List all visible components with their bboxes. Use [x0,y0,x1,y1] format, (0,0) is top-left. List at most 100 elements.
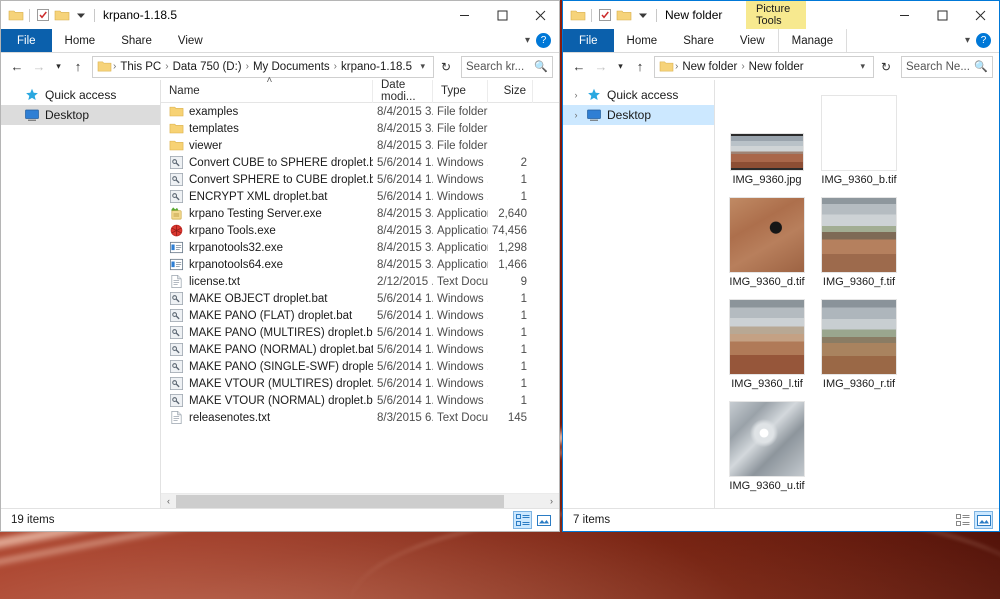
view-buttons[interactable] [513,511,553,529]
column-header-size[interactable]: Size [488,80,533,103]
list-item[interactable]: IMG_9360_r.tif [815,294,903,394]
cell-name[interactable]: license.txt [161,273,373,290]
sidebar-item-quick-access[interactable]: › Quick access [563,85,714,105]
ribbon-tabs[interactable]: File Home Share View Manage ▾ ? [563,29,999,53]
tab-share[interactable]: Share [108,29,165,52]
thumbnail-image[interactable] [730,300,804,374]
back-button[interactable]: ← [7,56,27,78]
help-icon[interactable]: ? [536,33,551,48]
up-button[interactable]: ↑ [630,56,650,78]
column-headers[interactable]: ˄ Name Date modi... Type Size [161,80,559,103]
table-row[interactable]: MAKE OBJECT droplet.bat5/6/2014 1...Wind… [161,290,559,307]
large-icons-view-button[interactable] [974,511,993,529]
search-input[interactable]: Search kr... 🔍 [461,56,553,78]
cell-name[interactable]: MAKE VTOUR (NORMAL) droplet.bat [161,392,373,409]
list-item[interactable]: IMG_9360_b.tif [815,90,903,190]
cell-name[interactable]: ENCRYPT XML droplet.bat [161,188,373,205]
list-item[interactable]: IMG_9360_f.tif [815,192,903,292]
up-button[interactable]: ↑ [68,56,88,78]
tab-home[interactable]: Home [614,29,671,52]
maximize-button[interactable] [483,1,521,29]
list-item[interactable]: IMG_9360.jpg [723,90,811,190]
chevron-right-icon[interactable]: › [571,90,581,100]
breadcrumb[interactable]: › This PC › Data 750 (D:) › My Documents… [92,56,434,78]
column-header-type[interactable]: Type [433,80,488,103]
chevron-down-icon[interactable]: ▾ [965,35,970,46]
refresh-icon[interactable]: ↻ [876,56,896,78]
cell-name[interactable]: krpanotools64.exe [161,256,373,273]
tab-file[interactable]: File [1,29,52,52]
tab-manage[interactable]: Manage [778,29,848,52]
table-row[interactable]: MAKE PANO (NORMAL) droplet.bat5/6/2014 1… [161,341,559,358]
cell-name[interactable]: examples [161,103,373,120]
table-row[interactable]: MAKE PANO (SINGLE-SWF) droplet.bat5/6/20… [161,358,559,375]
cell-name[interactable]: Convert CUBE to SPHERE droplet.bat [161,154,373,171]
cell-name[interactable]: MAKE PANO (FLAT) droplet.bat [161,307,373,324]
cell-name[interactable]: krpano Testing Server.exe [161,205,373,222]
properties-icon[interactable] [597,7,613,23]
customize-dropdown-icon[interactable] [635,7,651,23]
breadcrumb[interactable]: › New folder › New folder ▾ [654,56,874,78]
list-item[interactable]: IMG_9360_l.tif [723,294,811,394]
thumbnail-image[interactable] [730,198,804,272]
thumbnail-image[interactable] [731,134,803,170]
column-header-date-modified[interactable]: Date modi... [373,80,433,103]
maximize-button[interactable] [923,1,961,29]
recent-locations-button[interactable]: ▾ [613,56,628,78]
quick-access-toolbar[interactable] [1,1,97,29]
cell-name[interactable]: MAKE PANO (SINGLE-SWF) droplet.bat [161,358,373,375]
navigation-pane[interactable]: Quick access Desktop [1,80,161,508]
help-icon[interactable]: ? [976,33,991,48]
folder-icon[interactable] [8,7,24,23]
chevron-down-icon[interactable]: ▾ [415,61,430,72]
tab-file[interactable]: File [563,29,614,52]
thumbnail-image[interactable] [822,198,896,272]
back-button[interactable]: ← [569,56,589,78]
table-row[interactable]: Convert CUBE to SPHERE droplet.bat5/6/20… [161,154,559,171]
close-button[interactable] [961,1,999,29]
address-bar[interactable]: ← → ▾ ↑ › This PC › Data 750 (D:) › My D… [1,53,559,80]
breadcrumb-item-new-folder-2[interactable]: New folder [746,61,807,73]
table-row[interactable]: examples8/4/2015 3...File folder [161,103,559,120]
customize-dropdown-icon[interactable] [73,7,89,23]
table-row[interactable]: MAKE PANO (FLAT) droplet.bat5/6/2014 1..… [161,307,559,324]
table-row[interactable]: MAKE VTOUR (MULTIRES) droplet.bat5/6/201… [161,375,559,392]
thumbnail-image[interactable] [822,300,896,374]
tab-home[interactable]: Home [52,29,109,52]
cell-name[interactable]: Convert SPHERE to CUBE droplet.bat [161,171,373,188]
horizontal-scrollbar[interactable]: ‹ › [161,493,559,508]
details-view-button[interactable] [953,511,972,529]
table-row[interactable]: krpano Tools.exe8/4/2015 3...Application… [161,222,559,239]
table-row[interactable]: MAKE VTOUR (NORMAL) droplet.bat5/6/2014 … [161,392,559,409]
window-controls[interactable] [885,1,999,29]
table-row[interactable]: license.txt2/12/2015 ...Text Docu...9 [161,273,559,290]
cell-name[interactable]: krpanotools32.exe [161,239,373,256]
view-buttons[interactable] [953,511,993,529]
tab-share[interactable]: Share [670,29,727,52]
scrollbar-track[interactable] [176,494,544,509]
list-item[interactable]: IMG_9360_u.tif [723,396,811,496]
table-row[interactable]: krpanotools64.exe8/4/2015 3...Applicatio… [161,256,559,273]
table-row[interactable]: viewer8/4/2015 3...File folder [161,137,559,154]
details-view-button[interactable] [513,511,532,529]
cell-name[interactable]: MAKE PANO (NORMAL) droplet.bat [161,341,373,358]
tab-view[interactable]: View [727,29,778,52]
chevron-down-icon[interactable]: ▾ [855,61,870,72]
cell-name[interactable]: viewer [161,137,373,154]
close-button[interactable] [521,1,559,29]
table-row[interactable]: templates8/4/2015 3...File folder [161,120,559,137]
table-row[interactable]: krpanotools32.exe8/4/2015 3...Applicatio… [161,239,559,256]
scrollbar-thumb[interactable] [176,495,504,508]
minimize-button[interactable] [885,1,923,29]
recent-locations-button[interactable]: ▾ [51,56,66,78]
breadcrumb-item-new-folder-1[interactable]: New folder [679,61,740,73]
table-row[interactable]: MAKE PANO (MULTIRES) droplet.bat5/6/2014… [161,324,559,341]
breadcrumb-item-this-pc[interactable]: This PC [117,61,164,73]
quick-access-toolbar[interactable] [563,1,659,29]
explorer-window-krpano[interactable]: krpano-1.18.5 File Home Share View ▾ ? ←… [0,0,560,532]
cell-name[interactable]: MAKE OBJECT droplet.bat [161,290,373,307]
new-folder-icon[interactable] [54,7,70,23]
breadcrumb-item-data750[interactable]: Data 750 (D:) [170,61,245,73]
properties-icon[interactable] [35,7,51,23]
sidebar-item-quick-access[interactable]: Quick access [1,85,160,105]
